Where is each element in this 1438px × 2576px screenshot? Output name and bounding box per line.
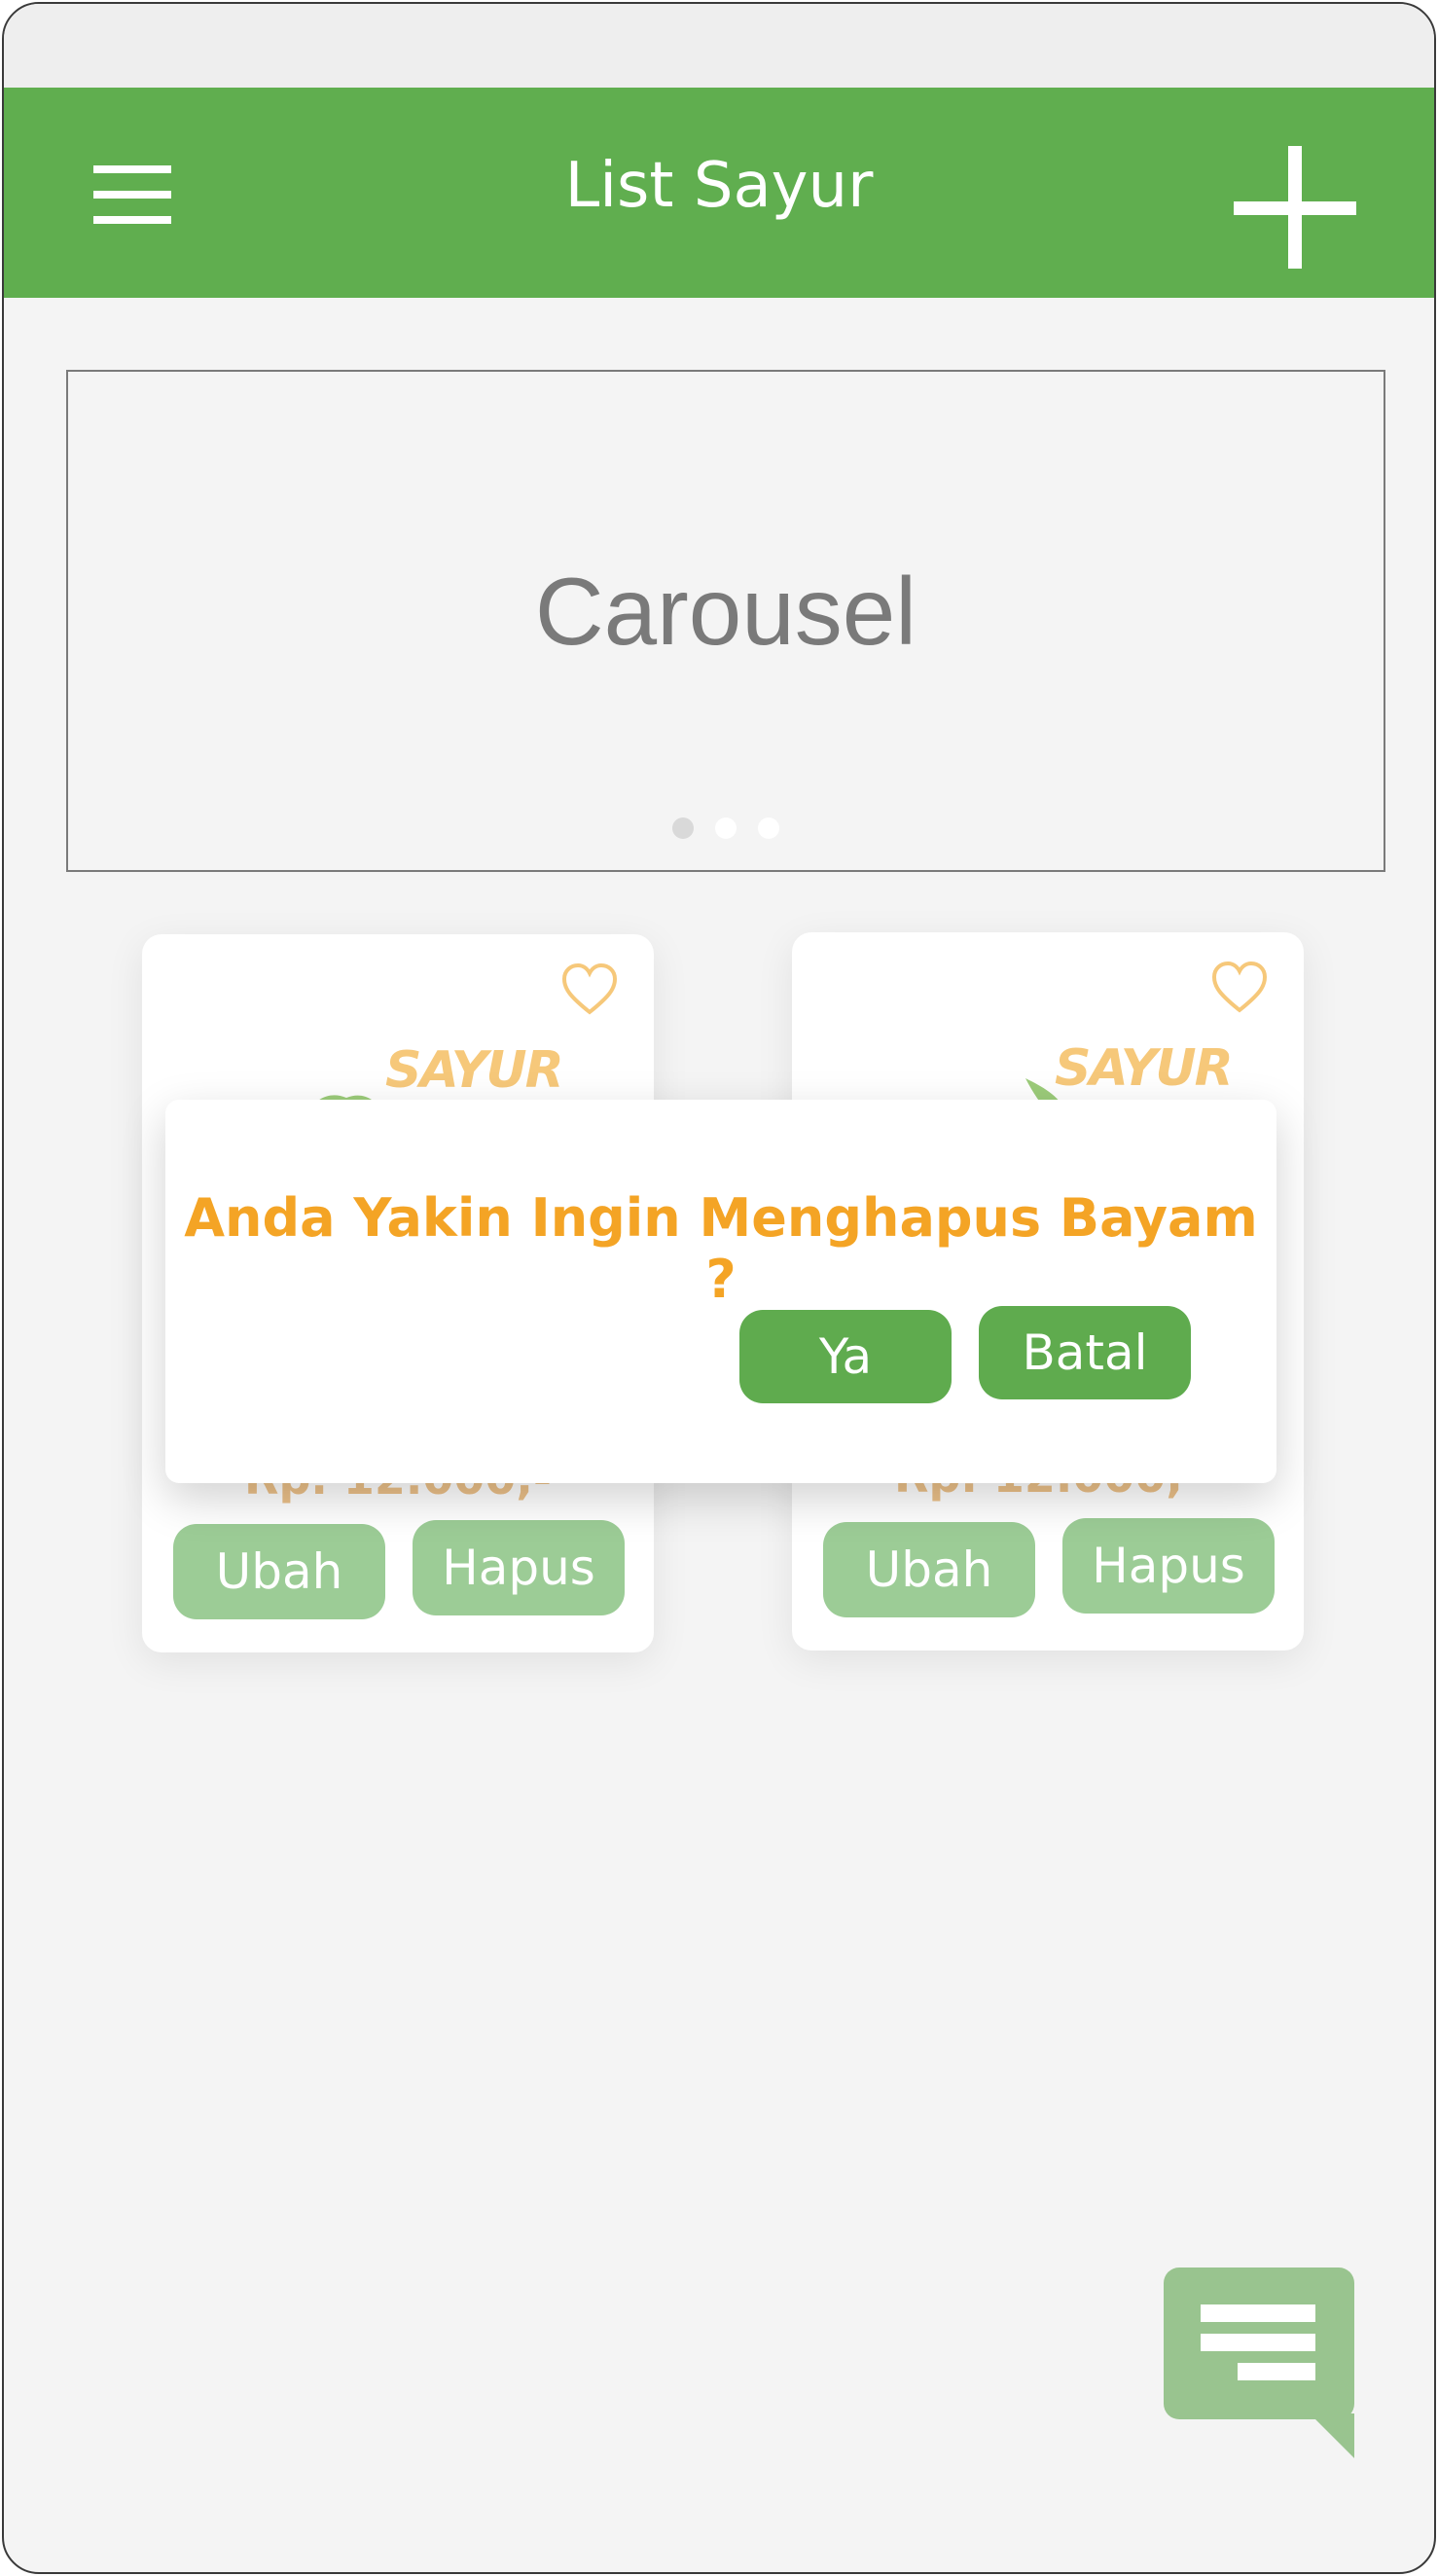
edit-button[interactable]: Ubah bbox=[823, 1522, 1035, 1617]
brand-logo: SAYUR bbox=[385, 1041, 564, 1100]
confirm-button[interactable]: Ya bbox=[739, 1310, 952, 1403]
delete-button[interactable]: Hapus bbox=[413, 1520, 625, 1615]
app-bar: List Sayur bbox=[4, 88, 1434, 298]
delete-button[interactable]: Hapus bbox=[1062, 1518, 1275, 1614]
delete-confirmation-dialog: Anda Yakin Ingin Menghapus Bayam ? Ya Ba… bbox=[165, 1100, 1276, 1483]
carousel-dot[interactable] bbox=[758, 817, 779, 839]
carousel-indicator bbox=[68, 817, 1384, 839]
edit-button[interactable]: Ubah bbox=[173, 1524, 385, 1619]
heart-icon[interactable] bbox=[1210, 960, 1269, 1014]
carousel[interactable]: Carousel bbox=[66, 370, 1385, 872]
carousel-dot[interactable] bbox=[672, 817, 694, 839]
plus-icon[interactable] bbox=[1234, 146, 1356, 269]
page-title: List Sayur bbox=[564, 150, 874, 222]
chat-message-icon[interactable] bbox=[1164, 2268, 1358, 2462]
phone-frame: List Sayur Carousel SAYUR Rp. 12.000,- U… bbox=[2, 2, 1436, 2574]
carousel-label: Carousel bbox=[534, 558, 917, 665]
status-bar bbox=[4, 4, 1434, 88]
heart-icon[interactable] bbox=[560, 961, 619, 1016]
dialog-message: Anda Yakin Ingin Menghapus Bayam ? bbox=[184, 1187, 1258, 1310]
brand-logo: SAYUR bbox=[1055, 1039, 1234, 1098]
carousel-dot[interactable] bbox=[715, 817, 737, 839]
cancel-button[interactable]: Batal bbox=[979, 1306, 1191, 1399]
